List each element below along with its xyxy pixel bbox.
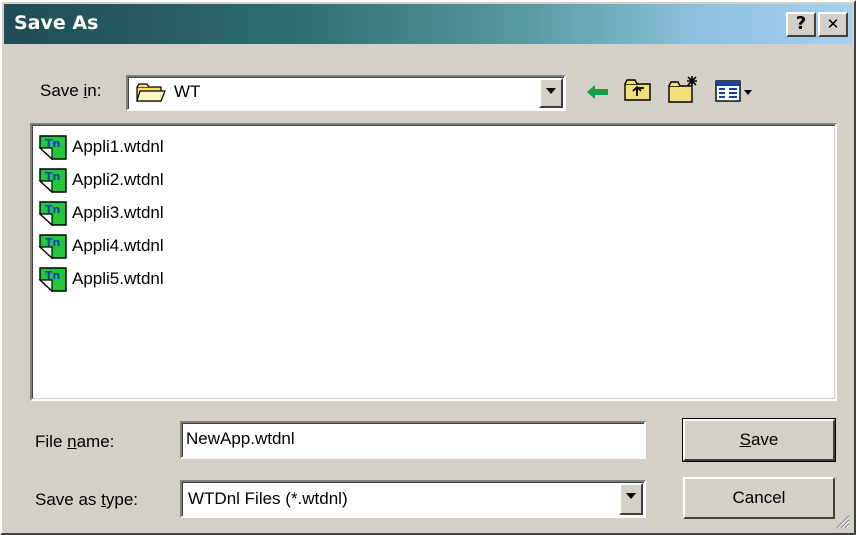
wtdnl-file-icon: Tn [38,134,67,160]
file-item[interactable]: Tn Appli3.wtdnl [38,198,164,228]
save-button[interactable]: Save [682,418,836,462]
save-in-dropdown[interactable]: WT [126,75,566,111]
file-item[interactable]: Tn Appli4.wtdnl [38,231,164,261]
save-in-label: Save in: [40,81,102,100]
svg-text:Tn: Tn [45,137,60,150]
up-one-level-icon[interactable] [624,78,652,102]
close-button[interactable]: ✕ [818,12,848,37]
wtdnl-file-icon: Tn [38,200,67,226]
back-arrow-icon[interactable] [585,82,611,102]
save-in-value: WT [174,82,201,101]
save-as-type-dropdown-arrow[interactable] [619,483,643,515]
file-name: Appli3.wtdnl [72,203,164,222]
new-folder-icon[interactable] [668,74,702,104]
cancel-button[interactable]: Cancel [683,477,835,519]
svg-text:Tn: Tn [45,269,60,282]
save-in-dropdown-arrow[interactable] [539,78,563,108]
save-as-dialog: Save As ? ✕ Save in: WT Tn Appli1.wtdnl … [0,0,856,535]
file-item[interactable]: Tn Appli1.wtdnl [38,132,164,162]
file-name: Appli4.wtdnl [72,236,164,255]
folder-icon [136,83,166,102]
svg-text:Tn: Tn [45,203,60,216]
file-name: Appli2.wtdnl [72,170,164,189]
wtdnl-file-icon: Tn [38,266,67,292]
save-as-type-value: WTDnl Files (*.wtdnl) [188,489,348,508]
svg-text:Tn: Tn [45,236,60,249]
svg-text:Tn: Tn [45,170,60,183]
file-item[interactable]: Tn Appli2.wtdnl [38,165,164,195]
help-button[interactable]: ? [786,12,816,37]
save-as-type-label: Save as type: [35,490,139,509]
file-name: Appli5.wtdnl [72,269,164,288]
file-name-value: NewApp.wtdnl [186,429,295,448]
file-name-input[interactable]: NewApp.wtdnl [180,421,646,459]
wtdnl-file-icon: Tn [38,167,67,193]
file-item[interactable]: Tn Appli5.wtdnl [38,264,164,294]
resize-grip[interactable] [836,515,850,529]
window-title: Save As [14,12,99,34]
file-name-label: File name: [35,432,115,451]
wtdnl-file-icon: Tn [38,233,67,259]
title-bar[interactable]: Save As ? ✕ [4,4,852,44]
save-as-type-dropdown[interactable]: WTDnl Files (*.wtdnl) [180,480,646,518]
view-menu-icon[interactable] [715,79,755,103]
file-name: Appli1.wtdnl [72,137,164,156]
file-list[interactable]: Tn Appli1.wtdnl Tn Appli2.wtdnl Tn Appli… [30,123,837,401]
